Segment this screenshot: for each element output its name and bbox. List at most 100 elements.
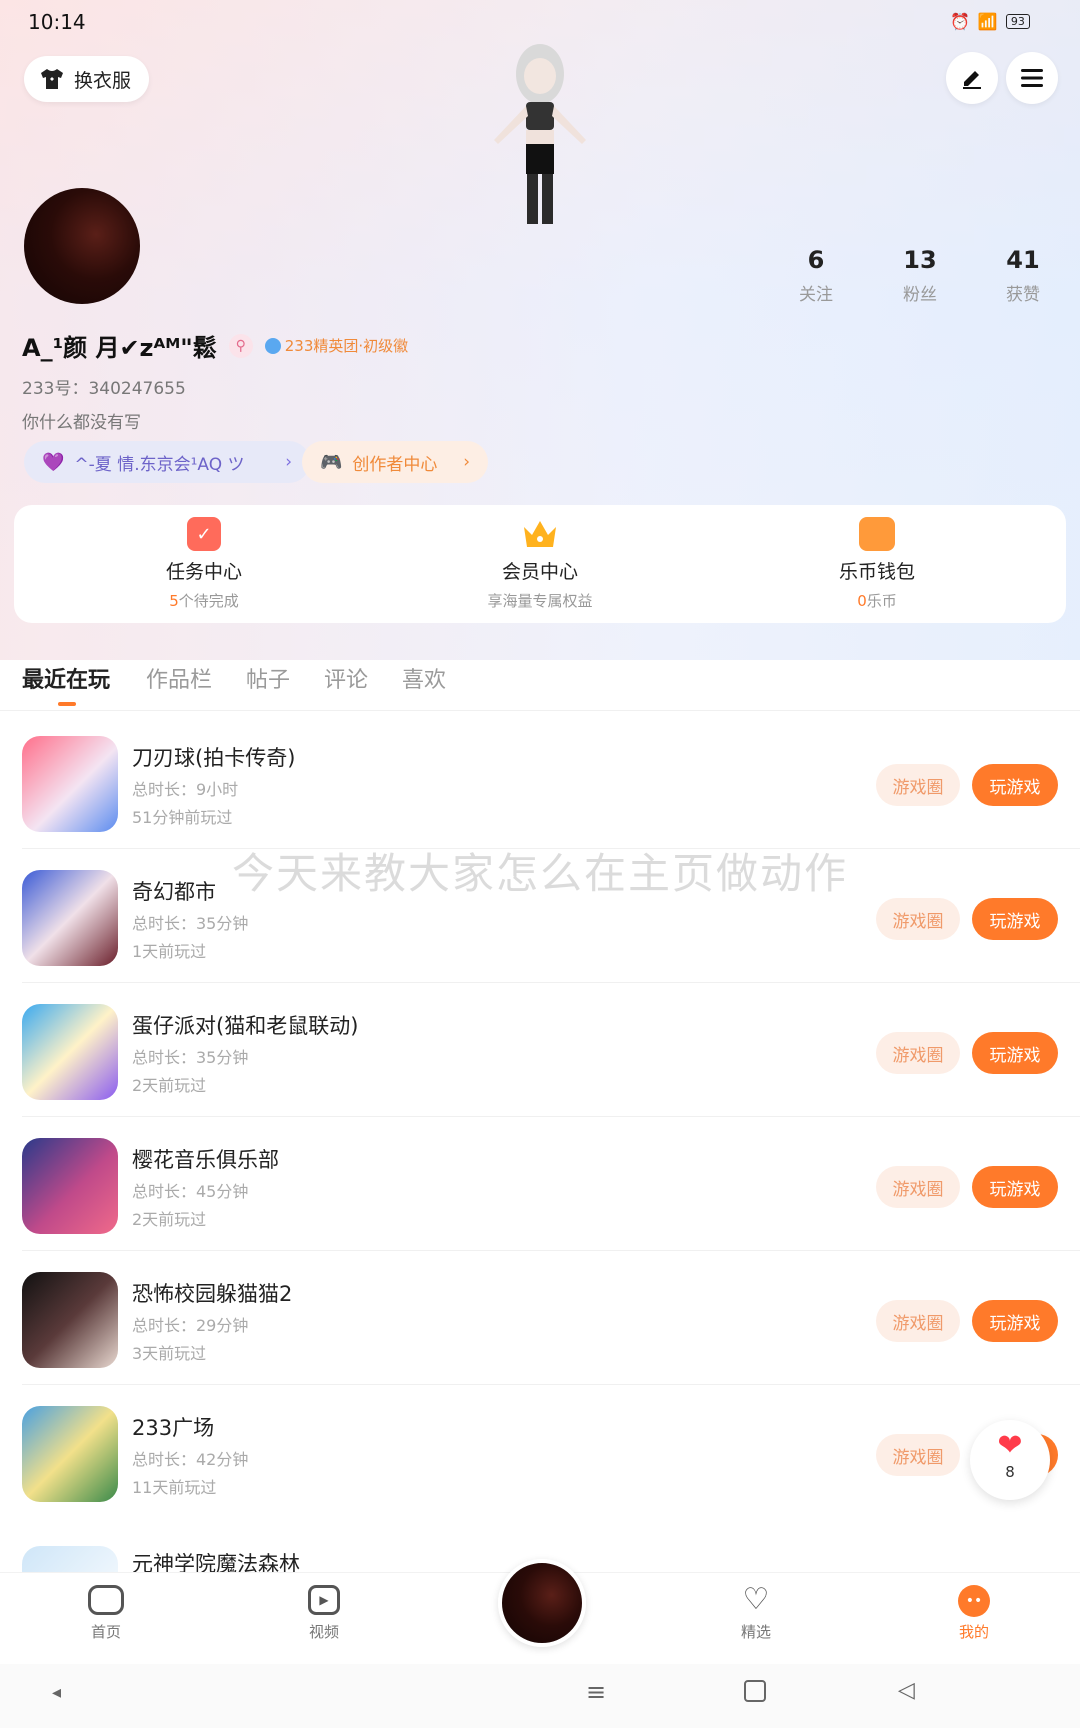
tab-indicator [58,702,76,706]
creator-center-chip[interactable]: 🎮 创作者中心 › [302,441,488,483]
game-name: 元神学院魔法森林 [132,1552,300,1572]
tab-likes[interactable]: 喜欢 [402,662,446,694]
stat-following[interactable]: 6 关注 [766,246,866,305]
game-circle-button[interactable]: 游戏圈 [876,898,960,940]
play-game-button[interactable]: 玩游戏 [972,764,1058,806]
stat-followers-label: 粉丝 [903,285,937,305]
user-bio: 你什么都没有写 [22,413,141,433]
wifi-icon: 📶 [977,12,998,31]
elite-badge[interactable]: 233精英团·初级徽 [264,335,408,356]
video-caption-overlay: 今天来教大家怎么在主页做动作 [231,849,848,898]
vip-center-card[interactable]: 会员中心 享海量专属权益 [365,505,715,623]
menu-button[interactable] [1006,52,1058,104]
gamepad-icon [88,1585,124,1615]
play-game-button[interactable]: 玩游戏 [972,1032,1058,1074]
bottom-navigation: 首页 ▶ 视频 ♡ 精选 •• 我的 [0,1559,1080,1665]
game-thumbnail [22,1138,118,1234]
game-duration: 总时长：35分钟 [132,1048,249,1067]
task-center-card[interactable]: ✓ 任务中心 5个待完成 [29,505,379,623]
play-game-button[interactable]: 玩游戏 [972,1166,1058,1208]
game-duration: 总时长：29分钟 [132,1316,249,1335]
game-duration: 总时长：42分钟 [132,1450,249,1469]
game-duration: 总时长：45分钟 [132,1182,249,1201]
tab-recent-play[interactable]: 最近在玩 [22,662,110,694]
game-name: 刀刃球(拍卡传奇) [132,746,296,770]
nav-video[interactable]: ▶ 视频 [264,1585,384,1642]
stat-followers[interactable]: 13 粉丝 [870,246,970,305]
game-thumbnail [22,736,118,832]
game-circle-button[interactable]: 游戏圈 [876,1300,960,1342]
tab-comments[interactable]: 评论 [324,662,368,694]
home-square-icon[interactable] [744,1680,766,1702]
play-game-button[interactable]: 玩游戏 [972,898,1058,940]
user-id: 233号：340247655 [22,379,186,399]
gamepad-icon: 🎮 [320,451,343,473]
stat-followers-count: 13 [903,246,937,274]
quick-cards: ✓ 任务中心 5个待完成 会员中心 享海量专属权益 乐币钱包 0乐币 [14,505,1066,623]
crown-icon [520,515,560,551]
tab-works[interactable]: 作品栏 [146,662,212,694]
shirt-icon [41,69,63,89]
vip-center-title: 会员中心 [501,561,578,583]
badge-icon [264,337,281,354]
back-triangle-icon[interactable]: ◁ [898,1678,915,1703]
coin-wallet-card[interactable]: 乐币钱包 0乐币 [702,505,1052,623]
game-row[interactable]: 刀刃球(拍卡传奇) 总时长：9小时 51分钟前玩过 游戏圈 玩游戏 [0,714,1080,848]
stat-likes-label: 获赞 [1006,285,1040,305]
game-row[interactable]: 蛋仔派对(猫和老鼠联动) 总时长：35分钟 2天前玩过 游戏圈 玩游戏 [0,982,1080,1116]
status-time: 10:14 [28,10,86,34]
game-name: 233广场 [132,1416,215,1440]
hamburger-icon [1021,69,1043,87]
heart-icon: ❤ [997,1428,1023,1463]
family-chip[interactable]: 💜 ^-夏 情.东京会¹AQ ツ › [24,441,310,483]
center-avatar-button[interactable] [498,1559,586,1647]
game-circle-button[interactable]: 游戏圈 [876,1434,960,1476]
avatar-3d-figure[interactable] [470,40,610,226]
family-chip-label: ^-夏 情.东京会¹AQ ツ [74,454,245,475]
profile-tabs: 最近在玩 作品栏 帖子 评论 喜欢 [0,650,1080,710]
task-center-sub: 5个待完成 [169,592,239,610]
creator-center-label: 创作者中心 [352,454,438,475]
game-row[interactable]: 樱花音乐俱乐部 总时长：45分钟 2天前玩过 游戏圈 玩游戏 [0,1116,1080,1250]
play-game-button[interactable]: 玩游戏 [972,1300,1058,1342]
avatar[interactable] [24,188,140,304]
game-thumbnail [22,1406,118,1502]
game-circle-button[interactable]: 游戏圈 [876,1032,960,1074]
like-floating-button[interactable]: ❤ 8 [970,1420,1050,1500]
game-duration: 总时长：35分钟 [132,914,249,933]
stat-following-count: 6 [807,246,825,274]
game-duration: 总时长：9小时 [132,780,239,799]
recents-menu-icon[interactable]: ≡ [586,1678,606,1706]
username: A_¹颜 月✔zᴬᴹ"鬆 [22,334,217,362]
back-small-icon[interactable]: ◂ [52,1682,61,1703]
stat-likes-count: 41 [1006,246,1040,274]
username-row: A_¹颜 月✔zᴬᴹ"鬆 ⚲ 233精英团·初级徽 [22,328,408,363]
game-row[interactable]: 恐怖校园躲猫猫2 总时长：29分钟 3天前玩过 游戏圈 玩游戏 [0,1250,1080,1384]
game-circle-button[interactable]: 游戏圈 [876,764,960,806]
game-row[interactable]: 233广场 总时长：42分钟 11天前玩过 游戏圈 玩游戏 [0,1384,1080,1518]
game-last-played: 3天前玩过 [132,1344,207,1363]
nav-mine[interactable]: •• 我的 [914,1585,1034,1642]
pencil-icon [963,71,981,89]
coin-wallet-sub: 0乐币 [857,592,897,610]
game-name: 蛋仔派对(猫和老鼠联动) [132,1014,359,1038]
nav-video-label: 视频 [308,1623,339,1641]
stat-likes[interactable]: 41 获赞 [973,246,1073,305]
game-circle-button[interactable]: 游戏圈 [876,1166,960,1208]
nav-featured[interactable]: ♡ 精选 [696,1585,816,1642]
edit-profile-button[interactable] [946,52,998,104]
game-last-played: 2天前玩过 [132,1076,207,1095]
heart-outline-icon: ♡ [742,1582,770,1617]
edit-tag-icon[interactable]: ⚲ [228,333,253,358]
wallet-icon [859,517,895,551]
status-icons: ⏰ 📶 93 [950,12,1030,31]
tab-posts[interactable]: 帖子 [246,662,290,694]
game-name: 樱花音乐俱乐部 [132,1148,279,1172]
chevron-right-icon: › [285,452,292,472]
nav-home-label: 首页 [90,1623,121,1641]
game-last-played: 2天前玩过 [132,1210,207,1229]
change-outfit-button[interactable]: 换衣服 [24,56,150,102]
nav-home[interactable]: 首页 [46,1585,166,1642]
smile-face-icon: •• [958,1585,990,1617]
stat-following-label: 关注 [799,285,833,305]
